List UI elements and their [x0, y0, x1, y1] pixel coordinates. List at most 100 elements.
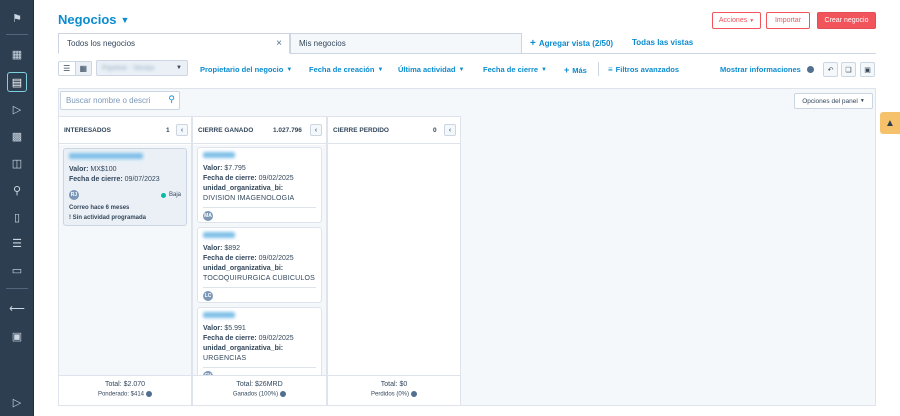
info-icon[interactable]	[411, 391, 417, 397]
deal-value: Valor: MX$100	[69, 165, 181, 175]
card-divider	[203, 207, 316, 208]
avatar[interactable]: MA	[203, 211, 213, 221]
expand-icon[interactable]: ▷	[7, 392, 27, 412]
create-deal-button-label: Crear negocio	[824, 17, 869, 24]
column-subtotal: Ganados (100%)	[193, 391, 326, 398]
contacts-icon[interactable]: ▤	[7, 72, 27, 92]
show-info-button[interactable]: Mostrar informaciones	[720, 65, 814, 74]
bookmark-icon[interactable]: ⚑	[7, 8, 27, 28]
tab-all-deals[interactable]: Todos los negocios ×	[58, 33, 290, 54]
search-icon[interactable]: ⚲	[168, 94, 175, 105]
list-view-icon[interactable]: ☰	[59, 62, 75, 75]
advanced-filters-button[interactable]: ≡ Filtros avanzados	[608, 65, 679, 74]
deal-unit-value: DIVISION IMAGENOLOGIA	[203, 195, 295, 202]
deal-card[interactable]: Valor: $7.795 Fecha de cierre: 09/02/202…	[197, 147, 322, 223]
collapse-column-icon[interactable]: ‹	[310, 124, 322, 136]
collapse-column-icon[interactable]: ‹	[176, 124, 188, 136]
deal-close-date: Fecha de cierre: 09/02/2025	[203, 254, 316, 264]
deal-name[interactable]	[203, 232, 316, 242]
deal-card[interactable]: Valor: MX$100 Fecha de cierre: 09/07/202…	[63, 148, 187, 226]
actions-button[interactable]: Acciones ▼	[712, 12, 761, 29]
info-icon[interactable]	[280, 391, 287, 397]
sidebar: ⚑ ▦ ▤ ▷ ▩ ◫ ⚲ ▯ ☰ ▭ ⟵ ▣ ▷	[0, 0, 34, 416]
column-subtotal-label: Ponderado: $414	[97, 391, 145, 398]
sidebar-divider	[6, 288, 28, 289]
reports-icon[interactable]: ▯	[7, 207, 27, 227]
column-subtotal-label: Ganados (100%)	[232, 391, 279, 398]
info-icon[interactable]	[146, 391, 153, 397]
filter-last-activity-label: Última actividad	[398, 65, 456, 74]
filter-last-activity[interactable]: Última actividad ▼	[398, 65, 464, 74]
import-button-label: Importar	[774, 17, 802, 24]
add-view-button[interactable]: + Agregar vista (2/50)	[530, 38, 613, 49]
filter-close-date[interactable]: Fecha de cierre ▼	[483, 65, 547, 74]
column-footer: Total: $2.070 Ponderado: $414	[59, 375, 191, 405]
document-icon[interactable]: ▩	[7, 126, 27, 146]
tab-my-deals[interactable]: Mis negocios	[290, 33, 522, 54]
deal-unit-label: unidad_organizativa_bi:	[203, 264, 316, 274]
column-subtotal: Perdidos (0%)	[328, 391, 460, 398]
collapse-column-icon[interactable]: ‹	[444, 124, 456, 136]
field-value: 09/02/2025	[258, 255, 294, 262]
last-activity: Correo hace 6 meses	[69, 205, 130, 211]
panel-options-label: Opciones del panel	[802, 97, 858, 105]
deal-name[interactable]	[69, 153, 181, 163]
deal-name[interactable]	[203, 152, 316, 162]
deal-name[interactable]	[203, 312, 316, 322]
filter-more[interactable]: + Más	[564, 65, 587, 75]
create-deal-button[interactable]: Crear negocio	[817, 12, 876, 29]
all-views-link[interactable]: Todas las vistas	[632, 38, 693, 47]
field-label: unidad_organizativa_bi:	[203, 265, 284, 272]
field-value: 09/02/2025	[258, 335, 294, 342]
sidebar-divider	[6, 34, 28, 35]
main-area: Negocios ▼ Acciones ▼ Importar Crear neg…	[34, 0, 900, 416]
column-count: 1.027.796	[273, 127, 302, 134]
view-toggle: ☰ ▦	[58, 61, 92, 76]
column-body: Valor: MX$100 Fecha de cierre: 09/07/202…	[59, 145, 191, 375]
filter-created-date[interactable]: Fecha de creación ▼	[309, 65, 383, 74]
actions-button-label: Acciones	[718, 17, 748, 24]
assistant-widget-icon[interactable]: ▲	[880, 112, 900, 134]
panel-options-button[interactable]: Opciones del panel ▼	[794, 93, 873, 109]
network-icon[interactable]: ⚲	[7, 180, 27, 200]
copy-icon[interactable]: ❏	[841, 62, 856, 77]
pipeline-select[interactable]: Pipeline · Ventas ▼	[96, 60, 188, 76]
megaphone-icon[interactable]: ▷	[7, 99, 27, 119]
board-view-icon[interactable]: ▦	[74, 62, 91, 75]
column-body: Valor: $7.795 Fecha de cierre: 09/02/202…	[193, 145, 326, 375]
chevron-down-icon: ▼	[377, 66, 384, 73]
deal-card[interactable]: Valor: $892 Fecha de cierre: 09/02/2025 …	[197, 227, 322, 303]
field-label: Fecha de cierre:	[69, 176, 123, 183]
column-cierre-perdido: CIERRE PERDIDO 0 ‹ Total: $0 Perdidos (0…	[327, 116, 461, 406]
apps-icon[interactable]: ▦	[7, 44, 27, 64]
avatar[interactable]: RJ	[69, 190, 79, 200]
import-button[interactable]: Importar	[766, 12, 810, 29]
search-placeholder: Buscar nombre o descri	[66, 96, 151, 105]
field-value: $892	[224, 245, 240, 252]
priority-label: Baja	[168, 192, 181, 198]
card-divider	[203, 367, 316, 368]
search-input[interactable]: Buscar nombre o descri ⚲	[60, 91, 180, 110]
field-label: Fecha de cierre:	[203, 175, 257, 182]
database-icon[interactable]: ☰	[7, 233, 27, 253]
undo-icon[interactable]: ↶	[823, 62, 838, 77]
page-title[interactable]: Negocios ▼	[58, 12, 129, 27]
settings-icon[interactable]: ▣	[7, 326, 27, 346]
collapse-icon[interactable]: ⟵	[7, 298, 27, 318]
column-total: Total: $0	[380, 381, 408, 388]
filter-owner[interactable]: Propietario del negocio ▼	[200, 65, 292, 74]
card-divider	[203, 287, 316, 288]
plus-icon: +	[564, 65, 570, 75]
inbox-icon[interactable]: ◫	[7, 153, 27, 173]
column-count: 0	[433, 127, 437, 134]
folder-icon[interactable]: ▭	[7, 260, 27, 280]
pipeline-value: Pipeline · Ventas	[102, 64, 155, 72]
deal-card[interactable]: Valor: $5.991 Fecha de cierre: 09/02/202…	[197, 307, 322, 375]
chevron-down-icon: ▼	[120, 14, 130, 25]
avatar[interactable]: LC	[203, 291, 213, 301]
chevron-down-icon: ▼	[458, 66, 465, 73]
close-icon[interactable]: ×	[276, 38, 282, 49]
field-value: $5.991	[224, 325, 246, 332]
save-icon[interactable]: ▣	[860, 62, 875, 77]
filter-owner-label: Propietario del negocio	[200, 65, 284, 74]
